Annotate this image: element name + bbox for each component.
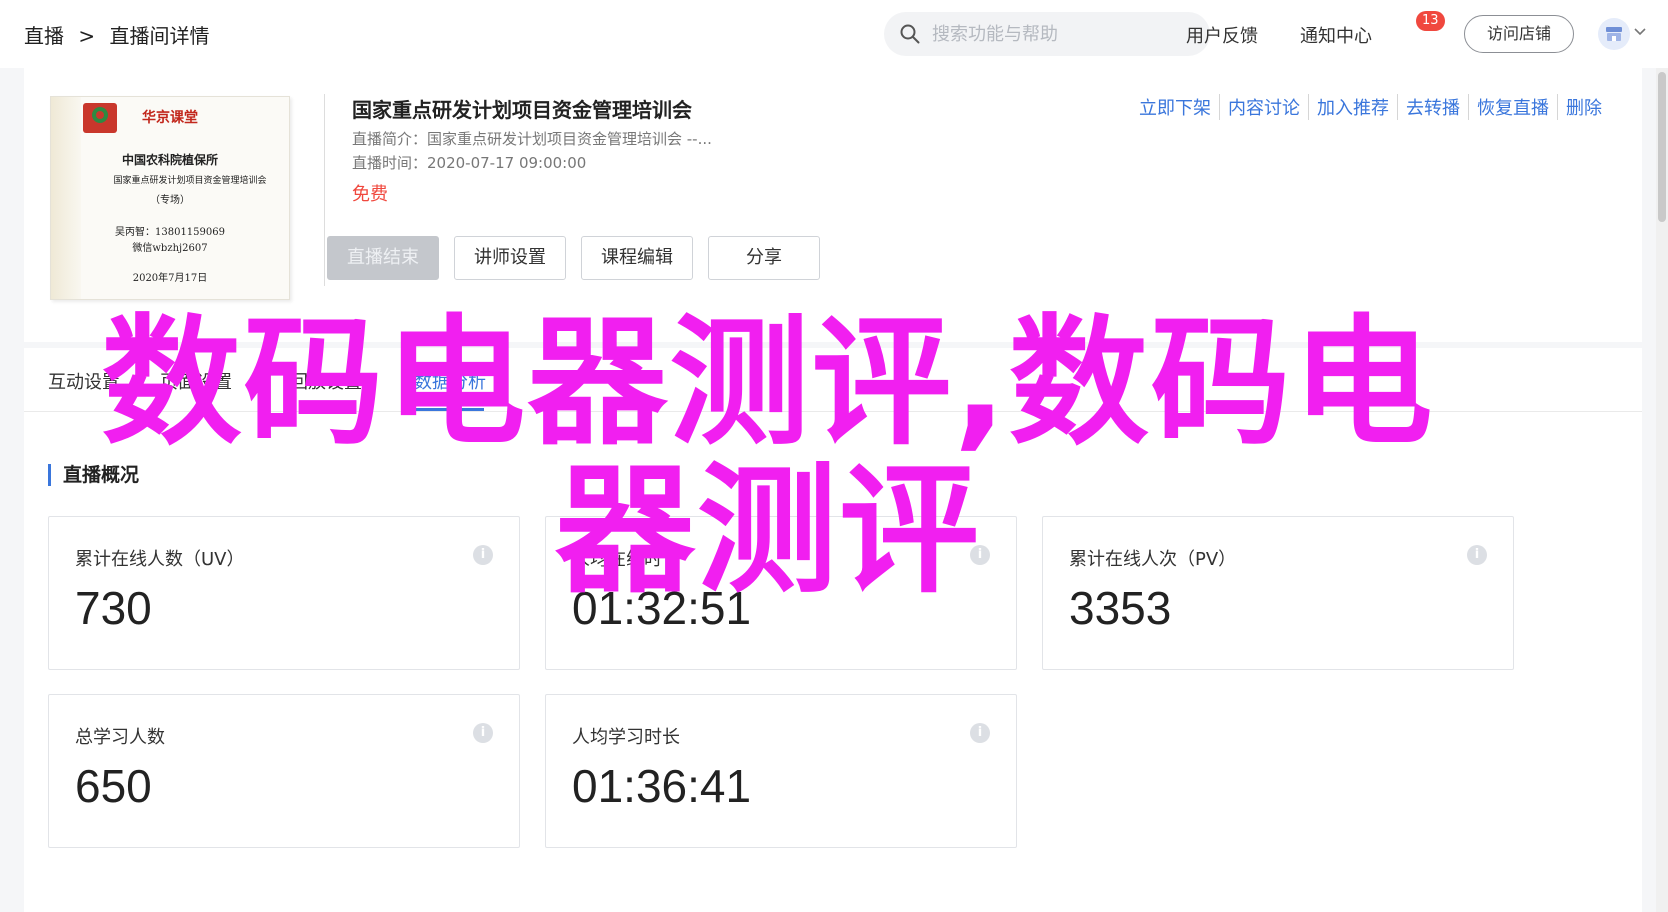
notification-count-badge: 13 bbox=[1416, 11, 1445, 31]
stat-value: 01:32:51 bbox=[572, 582, 752, 634]
tab-page-settings[interactable]: 页面设置 bbox=[160, 368, 232, 394]
tab-playback-settings[interactable]: 回放设置 bbox=[290, 368, 362, 394]
cover-contact-wechat: 微信wbzhj2607 bbox=[132, 243, 208, 254]
stat-label: 总学习人数 bbox=[75, 727, 165, 748]
rebroadcast-link[interactable]: 去转播 bbox=[1397, 94, 1468, 120]
course-cover-image: 华京课堂 中国农科院植保所 国家重点研发计划项目资金管理培训会 （专场） 吴丙智… bbox=[50, 96, 290, 300]
teacher-settings-button[interactable]: 讲师设置 bbox=[454, 236, 566, 280]
section-title: 直播概况 bbox=[48, 464, 139, 486]
course-intro: 直播简介：国家重点研发计划项目资金管理培训会 --... bbox=[352, 130, 712, 148]
cover-subtitle: 国家重点研发计划项目资金管理培训会 bbox=[113, 176, 267, 186]
active-tab-indicator bbox=[414, 408, 484, 411]
cover-type: （专场） bbox=[150, 195, 190, 206]
stat-label: 累计在线人次（PV） bbox=[1069, 549, 1237, 570]
cover-brand: 华京课堂 bbox=[142, 110, 198, 126]
info-icon[interactable]: i bbox=[473, 545, 493, 565]
divider bbox=[324, 94, 325, 286]
course-time: 直播时间：2020-07-17 09:00:00 bbox=[352, 154, 587, 172]
breadcrumb-separator: > bbox=[78, 24, 96, 48]
tab-interaction-settings[interactable]: 互动设置 bbox=[48, 368, 120, 394]
stat-label: 人均在线时长 bbox=[572, 549, 680, 570]
course-edit-button[interactable]: 课程编辑 bbox=[581, 236, 693, 280]
stat-value: 650 bbox=[75, 760, 152, 812]
share-button[interactable]: 分享 bbox=[708, 236, 820, 280]
tab-data-analysis[interactable]: 数据分析 bbox=[414, 368, 486, 394]
search-input[interactable] bbox=[932, 23, 1182, 45]
course-actions: 立即下架 内容讨论 加入推荐 去转播 恢复直播 删除 bbox=[1131, 94, 1610, 120]
add-recommend-link[interactable]: 加入推荐 bbox=[1308, 94, 1397, 120]
breadcrumb-item-detail: 直播间详情 bbox=[109, 24, 210, 48]
stat-value: 3353 bbox=[1069, 582, 1172, 634]
info-icon[interactable]: i bbox=[473, 723, 493, 743]
course-price: 免费 bbox=[352, 184, 388, 205]
stat-label: 累计在线人数（UV） bbox=[75, 549, 245, 570]
search-icon bbox=[900, 24, 920, 44]
stats-panel: 互动设置 页面设置 回放设置 数据分析 直播概况 累计在线人数（UV） i 73… bbox=[24, 348, 1642, 912]
info-icon[interactable]: i bbox=[1467, 545, 1487, 565]
notification-center-link[interactable]: 通知中心 bbox=[1300, 22, 1372, 48]
tab-bar: 互动设置 页面设置 回放设置 数据分析 bbox=[24, 348, 1642, 412]
stat-card-pv: 累计在线人次（PV） i 3353 bbox=[1042, 516, 1514, 670]
stat-card-total-learners: 总学习人数 i 650 bbox=[48, 694, 520, 848]
delete-link[interactable]: 删除 bbox=[1557, 94, 1610, 120]
search-box[interactable] bbox=[884, 12, 1210, 56]
course-title: 国家重点研发计划项目资金管理培训会 bbox=[352, 98, 692, 122]
info-icon[interactable]: i bbox=[970, 723, 990, 743]
chevron-down-icon[interactable] bbox=[1634, 28, 1646, 36]
stat-card-uv: 累计在线人数（UV） i 730 bbox=[48, 516, 520, 670]
store-icon bbox=[1606, 27, 1622, 41]
cover-contact-phone: 吴丙智：13801159069 bbox=[115, 227, 225, 238]
course-card: 华京课堂 中国农科院植保所 国家重点研发计划项目资金管理培训会 （专场） 吴丙智… bbox=[24, 68, 1642, 342]
top-bar: 直播 > 直播间详情 用户反馈 通知中心 13 访问店铺 bbox=[0, 0, 1668, 68]
take-down-link[interactable]: 立即下架 bbox=[1131, 94, 1219, 120]
breadcrumb-item-live[interactable]: 直播 bbox=[24, 24, 64, 48]
breadcrumb: 直播 > 直播间详情 bbox=[24, 20, 217, 49]
stat-value: 730 bbox=[75, 582, 152, 634]
resume-live-link[interactable]: 恢复直播 bbox=[1468, 94, 1557, 120]
end-live-button[interactable]: 直播结束 bbox=[327, 236, 439, 280]
stat-card-avg-learning-time: 人均学习时长 i 01:36:41 bbox=[545, 694, 1017, 848]
stat-value: 01:36:41 bbox=[572, 760, 752, 812]
content-discussion-link[interactable]: 内容讨论 bbox=[1219, 94, 1308, 120]
scrollbar-thumb[interactable] bbox=[1658, 72, 1666, 222]
store-avatar[interactable] bbox=[1598, 18, 1630, 50]
visit-store-button[interactable]: 访问店铺 bbox=[1464, 15, 1574, 53]
stat-card-avg-online-time: 人均在线时长 i 01:32:51 bbox=[545, 516, 1017, 670]
cover-date: 2020年7月17日 bbox=[132, 273, 208, 284]
stat-label: 人均学习时长 bbox=[572, 727, 680, 748]
info-icon[interactable]: i bbox=[970, 545, 990, 565]
cover-organization: 中国农科院植保所 bbox=[121, 153, 218, 167]
feedback-link[interactable]: 用户反馈 bbox=[1186, 22, 1258, 48]
